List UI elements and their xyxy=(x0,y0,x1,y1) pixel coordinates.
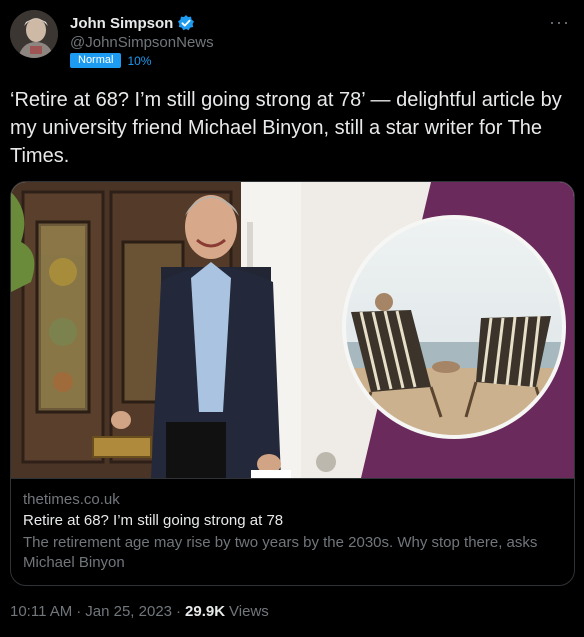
footer-separator: · xyxy=(76,603,82,620)
name-row: John Simpson xyxy=(70,14,195,32)
verified-badge-icon xyxy=(177,14,195,32)
card-domain: thetimes.co.uk xyxy=(23,491,120,508)
footer-separator: · xyxy=(176,603,182,620)
card-title[interactable]: Retire at 68? I’m still going strong at … xyxy=(23,512,564,529)
card-description: The retirement age may rise by two years… xyxy=(23,534,538,571)
card-image[interactable] xyxy=(11,182,574,478)
avatar[interactable] xyxy=(10,10,58,58)
label-percent: 10% xyxy=(127,53,152,68)
tweet-time[interactable]: 10:11 AM xyxy=(10,603,72,620)
views-count[interactable]: 29.9K xyxy=(185,603,225,620)
tweet-footer: 10:11 AM · Jan 25, 2023 · 29.9K Views xyxy=(10,603,269,620)
link-card[interactable]: thetimes.co.uk Retire at 68? I’m still g… xyxy=(10,181,575,586)
label-row: Normal 10% xyxy=(70,53,151,68)
tweet-header: John Simpson @JohnSimpsonNews Normal 10%… xyxy=(10,10,574,70)
author-handle[interactable]: @JohnSimpsonNews xyxy=(70,34,214,51)
author-name[interactable]: John Simpson xyxy=(70,15,173,32)
tweet-date[interactable]: Jan 25, 2023 xyxy=(85,603,172,620)
tweet-text: ‘Retire at 68? I’m still going strong at… xyxy=(10,89,562,167)
normal-badge: Normal xyxy=(70,53,122,68)
views-label: Views xyxy=(229,603,269,620)
card-meta[interactable]: thetimes.co.uk Retire at 68? I’m still g… xyxy=(11,478,574,585)
more-options-icon[interactable]: ··· xyxy=(549,12,570,33)
